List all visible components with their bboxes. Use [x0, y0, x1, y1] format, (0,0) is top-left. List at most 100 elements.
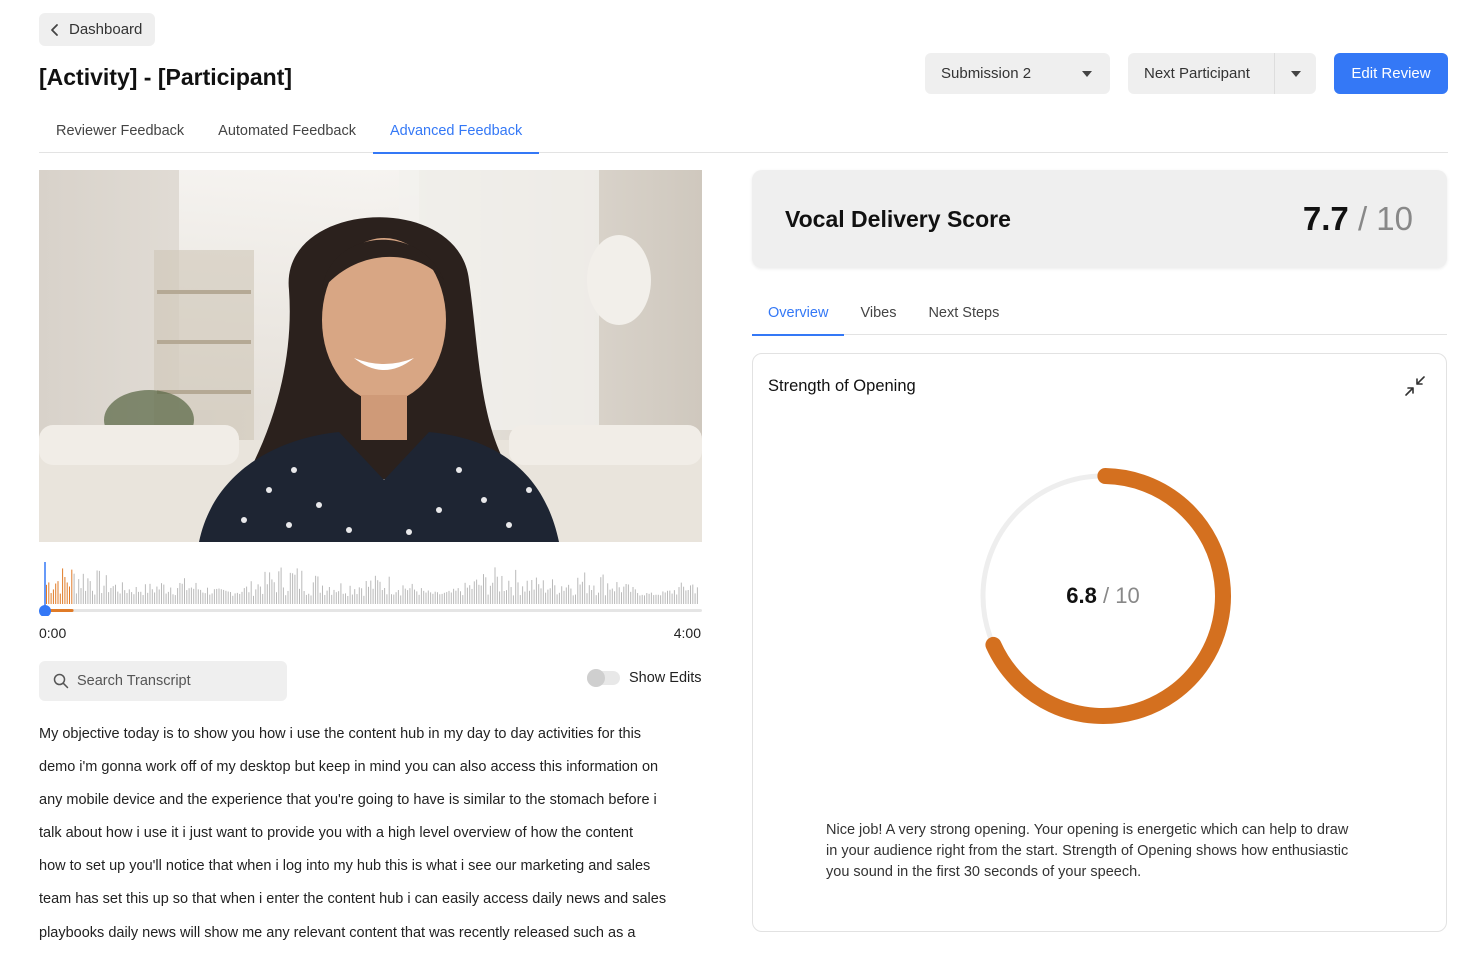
- tab-overview[interactable]: Overview: [752, 291, 845, 336]
- waveform-bar: [397, 590, 399, 604]
- tab-next-steps[interactable]: Next Steps: [912, 291, 1015, 335]
- waveform-bar: [519, 595, 521, 604]
- transcript-line: how to set up you'll notice that when i …: [39, 858, 651, 875]
- waveform-bar: [133, 594, 135, 604]
- video-player[interactable]: [39, 170, 702, 542]
- waveform-bar: [216, 588, 218, 604]
- waveform-bar: [342, 593, 344, 604]
- waveform-bar: [195, 582, 197, 604]
- feedback-detail-tabs: Overview Vibes Next Steps: [752, 291, 1447, 336]
- waveform-bar: [365, 581, 367, 604]
- waveform-bar: [515, 569, 517, 604]
- waveform-bar: [395, 592, 397, 604]
- waveform-bar: [328, 587, 330, 604]
- waveform-bar: [349, 585, 351, 604]
- waveform-bar: [627, 584, 629, 604]
- waveform-bar: [586, 593, 588, 604]
- waveform-bar: [545, 592, 547, 604]
- back-label: Dashboard: [69, 21, 143, 38]
- caret-down-icon: [1290, 70, 1301, 77]
- waveform-bar: [296, 568, 298, 604]
- search-icon: [53, 673, 69, 689]
- waveform-bar: [680, 582, 682, 604]
- toggle-knob: [587, 669, 605, 687]
- waveform-bar: [423, 590, 425, 604]
- waveform-bar: [140, 591, 142, 604]
- waveform-bar: [372, 588, 374, 604]
- waveform-bar: [542, 580, 544, 604]
- waveform-bar: [96, 570, 98, 604]
- waveform-bar: [319, 592, 321, 604]
- audio-waveform-scrubber[interactable]: [39, 556, 702, 616]
- waveform-bar: [538, 584, 540, 604]
- show-edits-label: Show Edits: [629, 670, 702, 686]
- caret-down-icon: [1082, 70, 1092, 77]
- scrubber-track: [45, 609, 702, 612]
- edit-review-button[interactable]: Edit Review: [1334, 53, 1448, 94]
- waveform-bar: [391, 594, 392, 604]
- tab-automated-feedback[interactable]: Automated Feedback: [201, 108, 373, 153]
- gauge-score-max: / 10: [1096, 583, 1140, 608]
- waveform-bar: [105, 575, 107, 604]
- waveform-bar: [92, 590, 93, 604]
- waveform-bar: [416, 591, 418, 604]
- waveform-bar: [653, 595, 655, 604]
- waveform-bar: [354, 589, 356, 604]
- feedback-type-tabs: Reviewer Feedback Automated Feedback Adv…: [39, 108, 1448, 154]
- tab-vibes[interactable]: Vibes: [844, 291, 912, 335]
- waveform-bar: [331, 594, 333, 604]
- tab-advanced-feedback[interactable]: Advanced Feedback: [373, 108, 540, 154]
- waveform-bar: [66, 582, 68, 604]
- waveform-bar: [158, 589, 160, 604]
- waveform-bar: [292, 573, 294, 604]
- waveform-bar: [322, 585, 323, 604]
- show-edits-toggle[interactable]: [587, 669, 620, 687]
- next-participant-button[interactable]: Next Participant: [1128, 53, 1275, 94]
- waveform-bar: [351, 594, 353, 604]
- waveform-bar: [512, 595, 514, 604]
- waveform-bar: [462, 595, 464, 604]
- playhead-handle[interactable]: [39, 605, 51, 616]
- waveform-bar: [565, 587, 567, 604]
- waveform-bar: [207, 587, 208, 604]
- waveform-bar: [262, 593, 264, 604]
- waveform-bar: [404, 588, 406, 604]
- waveform-bar: [138, 591, 139, 604]
- waveform-bar: [577, 577, 579, 604]
- waveform-bar: [379, 581, 381, 604]
- submission-select[interactable]: Submission 2: [925, 53, 1110, 94]
- waveform-bar: [200, 589, 202, 604]
- waveform-bar: [489, 585, 491, 604]
- page-title: [Activity] - [Participant]: [39, 64, 293, 90]
- next-participant-menu-toggle[interactable]: [1275, 53, 1316, 94]
- waveform-bar: [418, 594, 420, 604]
- waveform-bar: [473, 581, 475, 604]
- collapse-icon[interactable]: [1404, 375, 1426, 397]
- waveform-bar: [170, 587, 172, 604]
- waveform-bar: [345, 593, 346, 604]
- waveform-bar: [414, 589, 415, 604]
- waveform-bar: [338, 591, 340, 604]
- waveform-bar: [57, 581, 59, 604]
- back-to-dashboard-button[interactable]: Dashboard: [39, 13, 156, 46]
- search-transcript-input[interactable]: [77, 673, 277, 689]
- waveform-bar: [326, 590, 328, 604]
- waveform-bar: [533, 589, 535, 604]
- waveform-bar: [253, 595, 254, 604]
- tab-reviewer-feedback[interactable]: Reviewer Feedback: [39, 108, 201, 153]
- transcript-line: playbooks daily news will show me any re…: [39, 924, 636, 941]
- waveform-bar: [89, 581, 91, 604]
- waveform-bar: [522, 586, 524, 604]
- waveform-bar: [335, 592, 337, 604]
- waveform-bar: [506, 590, 507, 604]
- waveform-bar: [644, 595, 645, 604]
- waveform-bar: [197, 589, 199, 604]
- transcript: My objective today is to show you how i …: [39, 718, 709, 950]
- waveform-bar: [609, 589, 611, 604]
- waveform-bar: [190, 587, 192, 604]
- waveform-bar: [98, 570, 100, 604]
- waveform-bar: [85, 590, 87, 604]
- waveform-bar: [287, 590, 289, 604]
- transcript-line: talk about how i use it i just want to p…: [39, 825, 634, 842]
- waveform-bar: [616, 582, 618, 604]
